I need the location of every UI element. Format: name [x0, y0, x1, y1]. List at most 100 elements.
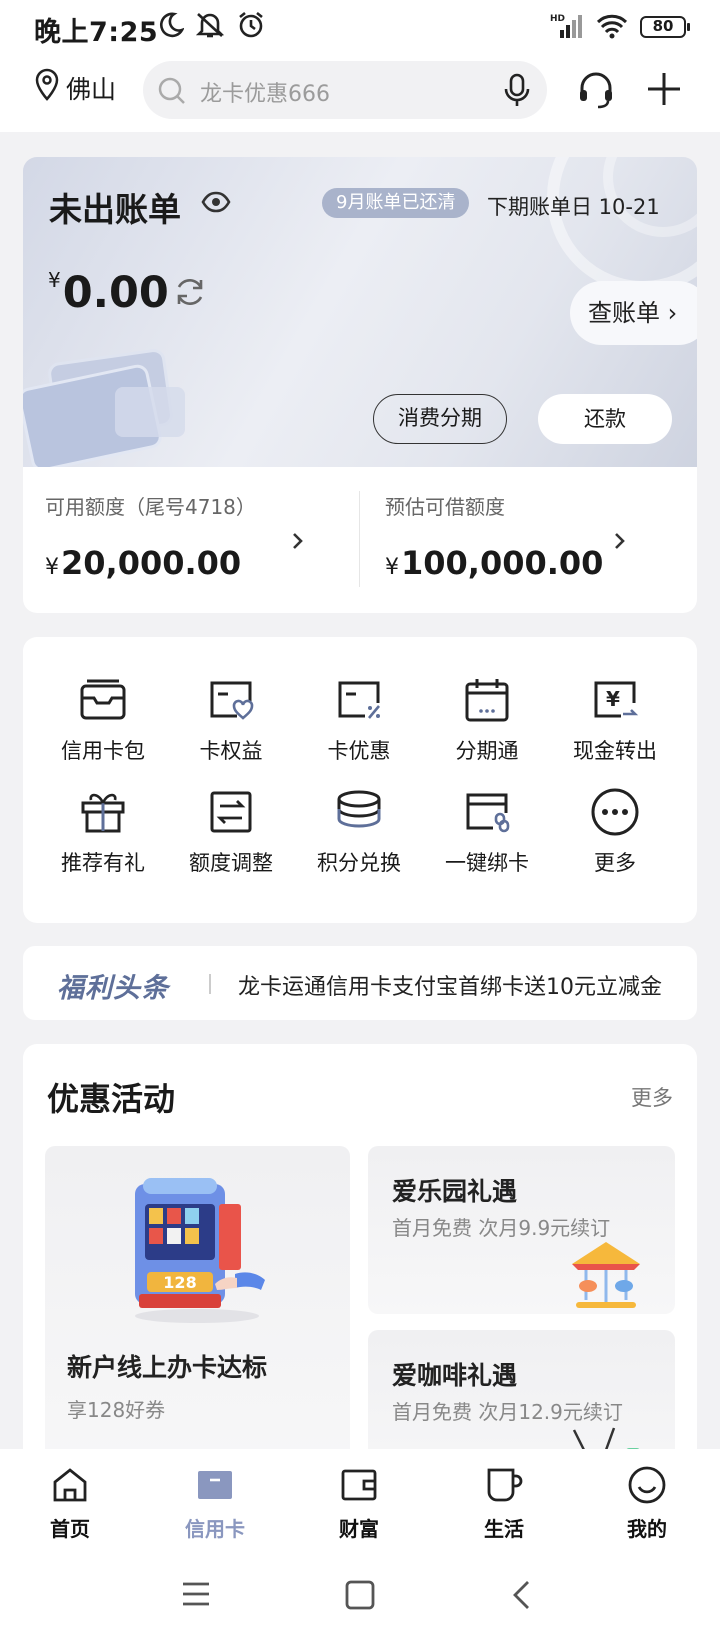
promo-subtitle: 享128好券 — [67, 1398, 166, 1422]
more-icon — [551, 787, 679, 837]
promotions-more-link[interactable]: 更多 — [631, 1082, 673, 1112]
borrow-limit-label: 预估可借额度 — [385, 495, 505, 519]
wallet-icon — [309, 1463, 409, 1507]
alarm-icon — [236, 10, 266, 40]
home-square-icon[interactable] — [344, 1579, 376, 1615]
grid-item-installment[interactable]: 分期通 — [423, 675, 551, 765]
chevron-right-icon[interactable] — [613, 531, 627, 557]
calendar-icon — [423, 675, 551, 725]
badge-128: 128 — [163, 1273, 196, 1292]
divider — [359, 491, 360, 587]
borrow-limit-value: ¥100,000.00 — [385, 544, 603, 582]
available-limit-value: ¥20,000.00 — [45, 544, 256, 582]
status-time: 晚上7:25 — [34, 17, 159, 48]
promo-title: 爱乐园礼遇 — [392, 1177, 518, 1206]
news-ticker[interactable]: 福利头条 龙卡运通信用卡支付宝首绑卡送10元立减金 — [23, 946, 697, 1020]
tab-label: 财富 — [339, 1517, 379, 1541]
grid-item-limit-adjust[interactable]: 额度调整 — [167, 787, 295, 877]
unbilled-title: 未出账单 — [49, 190, 181, 229]
card-illustration — [23, 349, 185, 467]
grid-item-referral[interactable]: 推荐有礼 — [39, 787, 167, 877]
chevron-right-icon[interactable] — [291, 531, 305, 557]
next-bill-date: 下期账单日 10-21 — [487, 195, 660, 219]
promotions-section: 优惠活动 更多 128 新户线上办卡达标 享128好券 爱乐园礼遇 首月免费 次… — [23, 1044, 697, 1464]
promo-title: 新户线上办卡达标 — [67, 1353, 268, 1382]
carousel-illustration — [572, 1242, 640, 1308]
back-icon[interactable] — [510, 1579, 534, 1615]
promo-card-coffee[interactable]: 爱咖啡礼遇 首月免费 次月12.9元续订 — [368, 1330, 675, 1464]
grid-item-card-wallet[interactable]: 信用卡包 — [39, 675, 167, 765]
promo-card-new-account[interactable]: 128 新户线上办卡达标 享128好券 — [45, 1146, 350, 1464]
installment-button[interactable]: 消费分期 — [373, 394, 507, 444]
card-wallet-icon — [39, 675, 167, 725]
cash-out-icon: ¥ — [551, 675, 679, 725]
menu-icon[interactable] — [180, 1579, 212, 1613]
credit-limits: 可用额度（尾号4718） ¥20,000.00 预估可借额度 ¥100,000.… — [23, 467, 697, 613]
moon-icon — [158, 10, 185, 40]
grid-label: 现金转出 — [573, 739, 657, 763]
promotions-title: 优惠活动 — [47, 1080, 176, 1118]
eye-icon[interactable] — [201, 191, 231, 217]
grid-item-cash-out[interactable]: ¥ 现金转出 — [551, 675, 679, 765]
bottom-tab-bar: 首页 信用卡 财富 生活 我的 — [0, 1449, 720, 1549]
tab-credit-card[interactable]: 信用卡 — [165, 1463, 265, 1542]
tab-life[interactable]: 生活 — [454, 1463, 554, 1542]
search-icon — [157, 76, 187, 110]
promo-subtitle: 首月免费 次月9.9元续订 — [392, 1216, 611, 1240]
promo-card-amusement-park[interactable]: 爱乐园礼遇 首月免费 次月9.9元续订 — [368, 1146, 675, 1314]
grid-label: 积分兑换 — [317, 851, 401, 875]
coins-icon — [295, 787, 423, 837]
signal-icon: HD — [550, 12, 584, 42]
battery-icon: 80 — [640, 16, 690, 38]
credit-card-icon — [165, 1463, 265, 1507]
grid-item-bind-card[interactable]: 一键绑卡 — [423, 787, 551, 877]
tab-home[interactable]: 首页 — [20, 1463, 120, 1542]
view-bill-button[interactable]: 查账单 › — [570, 281, 697, 345]
bill-amount: ¥0.00 — [48, 268, 169, 318]
grid-item-more[interactable]: 更多 — [551, 787, 679, 877]
grid-item-card-rights[interactable]: 卡权益 — [167, 675, 295, 765]
card-machine-illustration: 128 — [135, 1178, 265, 1323]
grid-label: 一键绑卡 — [445, 851, 529, 875]
promo-subtitle: 首月免费 次月12.9元续订 — [392, 1400, 623, 1424]
grid-label: 分期通 — [455, 739, 519, 763]
city-selector[interactable]: 佛山 — [34, 68, 116, 108]
system-nav-bar — [0, 1549, 720, 1650]
grid-item-card-discount[interactable]: 卡优惠 — [295, 675, 423, 765]
available-limit-amount: 20,000.00 — [61, 544, 242, 582]
grid-label: 推荐有礼 — [61, 851, 145, 875]
microphone-icon[interactable] — [503, 73, 531, 113]
bill-amount-value: 0.00 — [62, 268, 169, 318]
grid-item-points[interactable]: 积分兑换 — [295, 787, 423, 877]
mute-icon — [194, 10, 226, 40]
search-bar[interactable]: 龙卡优惠666 — [143, 61, 547, 119]
svg-text:¥: ¥ — [606, 687, 620, 711]
tab-label: 我的 — [627, 1517, 667, 1541]
tab-me[interactable]: 我的 — [597, 1463, 697, 1542]
tab-wealth[interactable]: 财富 — [309, 1463, 409, 1542]
available-limit[interactable]: 可用额度（尾号4718） ¥20,000.00 — [45, 491, 256, 582]
available-limit-label: 可用额度（尾号4718） — [45, 495, 256, 519]
tab-label: 首页 — [50, 1517, 90, 1541]
search-placeholder: 龙卡优惠666 — [200, 82, 330, 107]
wifi-icon — [596, 12, 628, 42]
currency-symbol: ¥ — [48, 268, 61, 292]
cup-icon — [454, 1463, 554, 1507]
status-right-icons: HD 80 — [550, 12, 690, 42]
refresh-icon[interactable] — [173, 275, 207, 313]
smile-icon — [597, 1463, 697, 1507]
add-icon[interactable] — [645, 70, 683, 112]
repay-button[interactable]: 还款 — [538, 394, 672, 444]
currency-symbol: ¥ — [45, 555, 59, 580]
limit-adjust-icon — [167, 787, 295, 837]
promo-title: 爱咖啡礼遇 — [392, 1361, 518, 1390]
news-tag: 福利头条 — [57, 973, 169, 1004]
tab-label: 生活 — [484, 1517, 524, 1541]
card-rights-icon — [167, 675, 295, 725]
location-pin-icon — [34, 68, 60, 108]
customer-service-icon[interactable] — [576, 70, 616, 114]
divider — [209, 974, 211, 994]
status-left-icons — [158, 10, 266, 40]
borrow-limit[interactable]: 预估可借额度 ¥100,000.00 — [385, 491, 603, 582]
borrow-limit-amount: 100,000.00 — [401, 544, 604, 582]
